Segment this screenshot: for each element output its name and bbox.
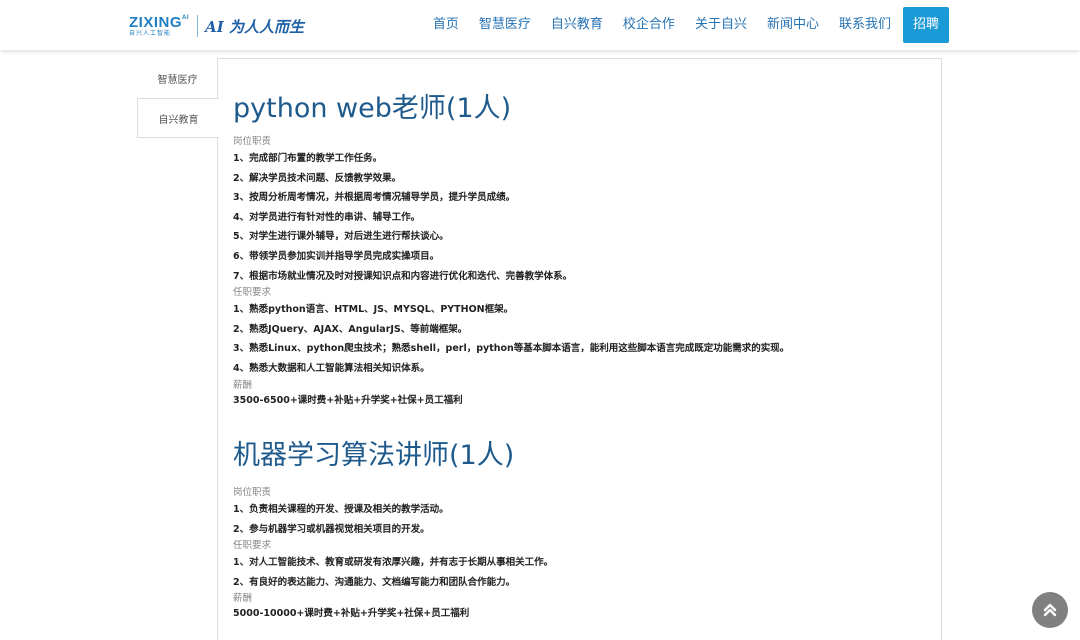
salary-label: 薪酬	[233, 379, 253, 391]
duty-item: 7、根据市场就业情况及时对授课知识点和内容进行优化和迭代、完善教学体系。	[233, 270, 573, 282]
requirement-item: 2、有良好的表达能力、沟通能力、文档编写能力和团队合作能力。	[233, 576, 516, 588]
duties-label: 岗位职责	[233, 136, 272, 147]
job-title: python web老师(1人)	[233, 93, 512, 124]
requirements-label: 任职要求	[233, 287, 272, 299]
requirement-item: 2、熟悉JQuery、AJAX、AngularJS、等前端框架。	[233, 323, 468, 335]
sidebar-item-smart-medical[interactable]: 智慧医疗	[137, 58, 218, 98]
site-header: ZIXINGAI 自兴人工智能 AI 为人人而生 首页 智慧医疗 自兴教育 校企…	[0, 0, 1080, 50]
sidebar: 智慧医疗 自兴教育	[137, 58, 219, 138]
salary-value: 3500-6500+课时费+补贴+升学奖+社保+员工福利	[233, 394, 463, 406]
site-logo[interactable]: ZIXINGAI 自兴人工智能 AI 为人人而生	[129, 13, 304, 39]
nav-item-smart-medical[interactable]: 智慧医疗	[469, 7, 541, 43]
job-posting: python web老师(1人) 岗位职责 1、完成部门布置的教学工作任务。 2…	[233, 89, 789, 409]
duty-item: 1、完成部门布置的教学工作任务。	[233, 153, 383, 164]
nav-item-about[interactable]: 关于自兴	[685, 7, 757, 43]
nav-item-zixing-education[interactable]: 自兴教育	[541, 7, 613, 43]
requirement-item: 4、熟悉大数据和人工智能算法相关知识体系。	[233, 362, 430, 374]
nav-item-recruitment[interactable]: 招聘	[902, 7, 949, 43]
back-to-top-button[interactable]	[1032, 592, 1068, 628]
zixing-logo: ZIXINGAI 自兴人工智能	[129, 15, 189, 37]
logo-brand: ZIXING	[129, 14, 183, 31]
nav-item-school-enterprise[interactable]: 校企合作	[613, 7, 685, 43]
duty-item: 2、解决学员技术问题、反馈教学效果。	[233, 172, 402, 184]
duty-item: 3、按周分析周考情况，并根据周考情况辅导学员，提升学员成绩。	[233, 192, 516, 204]
duty-item: 6、带领学员参加实训并指导学员完成实操项目。	[233, 250, 440, 262]
double-chevron-up-icon	[1043, 603, 1057, 617]
duties-label: 岗位职责	[233, 487, 272, 498]
job-listing-panel: python web老师(1人) 岗位职责 1、完成部门布置的教学工作任务。 2…	[217, 58, 942, 640]
main-nav: 首页 智慧医疗 自兴教育 校企合作 关于自兴 新闻中心 联系我们 招聘	[423, 7, 949, 43]
salary-label: 薪酬	[233, 593, 253, 605]
job-posting: 机器学习算法讲师(1人) 岗位职责 1、负责相关课程的开发、授课及相关的教学活动…	[233, 436, 553, 622]
duty-item: 2、参与机器学习或机器视觉相关项目的开发。	[233, 523, 430, 535]
requirement-item: 1、熟悉python语言、HTML、JS、MYSQL、PYTHON框架。	[233, 304, 514, 316]
duty-item: 1、负责相关课程的开发、授课及相关的教学活动。	[233, 504, 449, 515]
logo-brand-sup: AI	[182, 15, 190, 21]
nav-item-contact[interactable]: 联系我们	[829, 7, 901, 43]
nav-item-home[interactable]: 首页	[423, 7, 469, 43]
duty-item: 5、对学生进行课外辅导，对后进生进行帮扶谈心。	[233, 231, 449, 243]
salary-value: 5000-10000+课时费+补贴+升学奖+社保+员工福利	[233, 608, 470, 620]
requirements-label: 任职要求	[233, 540, 272, 552]
nav-item-news[interactable]: 新闻中心	[757, 7, 829, 43]
logo-brand-sub: 自兴人工智能	[129, 30, 172, 37]
logo-slogan: AI 为人人而生	[205, 17, 304, 36]
sidebar-item-zixing-education[interactable]: 自兴教育	[137, 98, 219, 138]
requirement-item: 1、对人工智能技术、教育或研发有浓厚兴趣，并有志于长期从事相关工作。	[233, 557, 554, 569]
requirement-item: 3、熟悉Linux、python爬虫技术；熟悉shell，perl，python…	[233, 343, 790, 355]
job-title: 机器学习算法讲师(1人)	[233, 440, 515, 471]
duty-item: 4、对学员进行有针对性的串讲、辅导工作。	[233, 211, 421, 223]
